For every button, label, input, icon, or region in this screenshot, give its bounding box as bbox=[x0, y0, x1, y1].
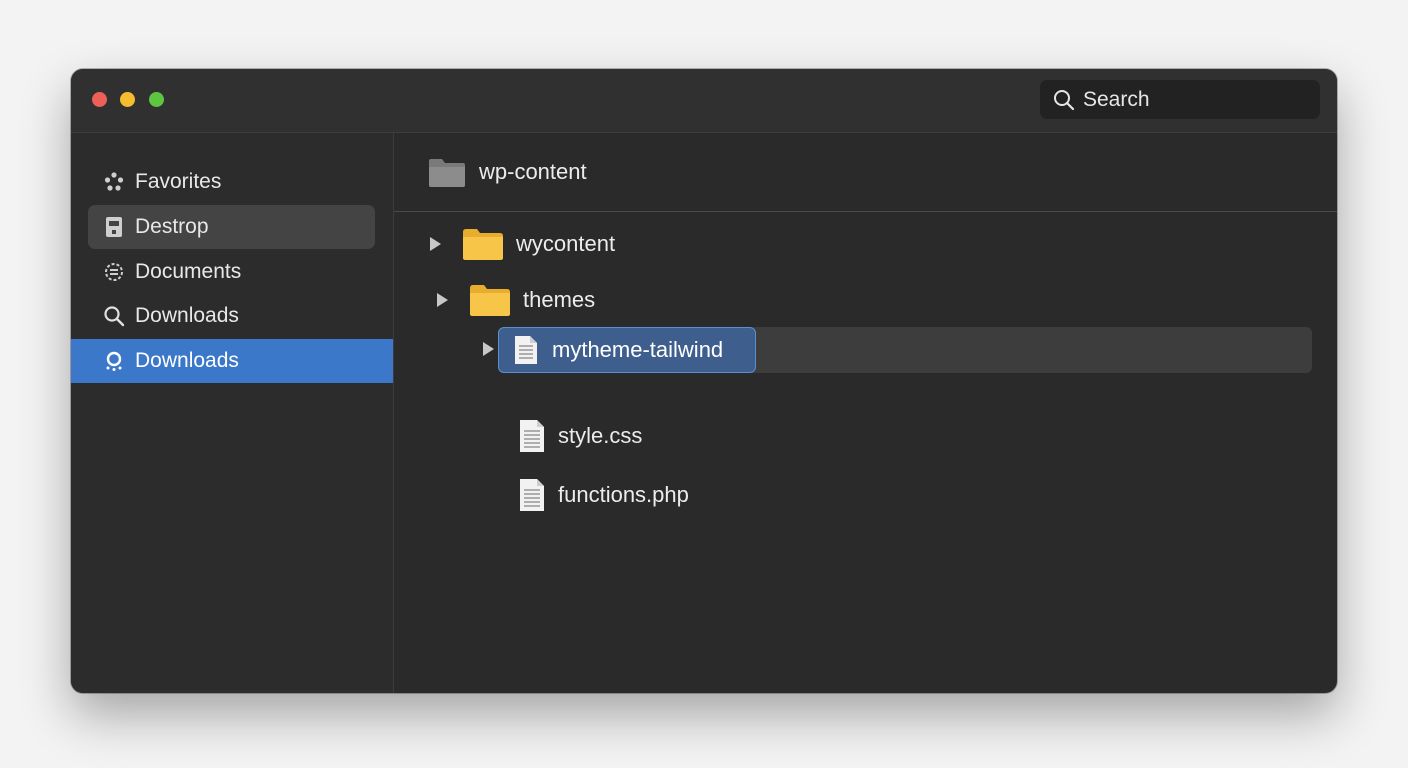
tree-row-label: wycontent bbox=[516, 231, 616, 256]
file-browser: wp-content bbox=[394, 133, 1337, 693]
search-icon bbox=[1054, 89, 1075, 110]
sidebar-item-label: Favorites bbox=[135, 170, 222, 193]
documents-icon bbox=[103, 261, 125, 283]
tree-row-wycontent[interactable]: wycontent bbox=[430, 222, 615, 266]
desktop-icon bbox=[103, 216, 125, 238]
tree-row-mytheme-tailwind[interactable]: mytheme-tailwind bbox=[498, 327, 756, 373]
title-bar bbox=[71, 69, 1337, 133]
path-header: wp-content bbox=[394, 133, 1337, 212]
zoom-window-button[interactable] bbox=[149, 92, 164, 107]
tree-row-functions-php[interactable]: functions.php bbox=[518, 473, 689, 517]
folder-icon bbox=[429, 159, 465, 187]
favorites-icon bbox=[103, 171, 125, 193]
sidebar-item-desktop[interactable]: Destrop bbox=[88, 205, 375, 249]
disclosure-triangle-icon[interactable] bbox=[430, 237, 441, 251]
sidebar-item-label: Downloads bbox=[135, 349, 239, 372]
document-icon bbox=[520, 479, 544, 511]
tree-row-label: functions.php bbox=[558, 482, 689, 507]
tree-row-themes[interactable]: themes bbox=[437, 278, 595, 322]
minimize-window-button[interactable] bbox=[120, 92, 135, 107]
search-field[interactable] bbox=[1040, 80, 1320, 119]
sidebar-item-favorites[interactable]: Favorites bbox=[71, 160, 393, 204]
tree-row-label: mytheme-tailwind bbox=[552, 337, 724, 362]
sidebar-item-label: Downloads bbox=[135, 304, 239, 327]
sidebar-item-downloads[interactable]: Downloads bbox=[71, 294, 393, 338]
search-icon bbox=[103, 305, 125, 327]
downloads-icon bbox=[103, 350, 125, 372]
tree-row-mytheme-chevron[interactable] bbox=[483, 327, 494, 371]
sidebar-item-documents[interactable]: Documents bbox=[71, 250, 393, 294]
folder-icon bbox=[470, 285, 510, 316]
tree-row-label: style.css bbox=[558, 423, 643, 448]
tree-row-style-css[interactable]: style.css bbox=[518, 414, 642, 458]
document-icon bbox=[515, 336, 537, 364]
document-icon bbox=[520, 420, 544, 452]
folder-icon bbox=[463, 229, 503, 260]
search-input[interactable] bbox=[1083, 87, 1293, 112]
close-window-button[interactable] bbox=[92, 92, 107, 107]
sidebar-item-label: Documents bbox=[135, 260, 242, 283]
sidebar-item-label: Destrop bbox=[135, 215, 209, 238]
disclosure-triangle-icon[interactable] bbox=[437, 293, 448, 307]
sidebar-item-downloads-selected[interactable]: Downloads bbox=[71, 339, 393, 383]
path-title: wp-content bbox=[479, 159, 587, 184]
tree-row-label: themes bbox=[523, 287, 596, 312]
disclosure-triangle-icon[interactable] bbox=[483, 342, 494, 356]
